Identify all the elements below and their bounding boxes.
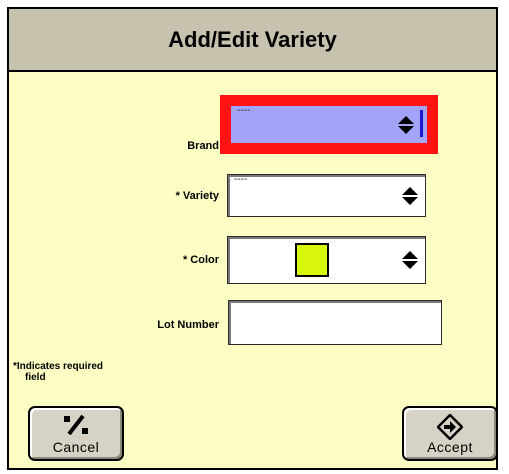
cancel-slash-icon [64,414,88,436]
variety-value: ---- [234,174,248,185]
accept-label: Accept [427,439,473,455]
cancel-label: Cancel [52,439,100,455]
lot-number-input[interactable] [228,300,442,345]
brand-select[interactable]: ---- [231,106,427,143]
accept-arrow-icon [437,414,463,440]
color-select[interactable] [227,236,426,284]
required-note-line2: field [25,372,46,383]
brand-value: ---- [237,105,251,116]
required-note-line1: *Indicates required [13,361,104,372]
brand-focus-outline: ---- [220,95,438,154]
up-down-arrows-icon[interactable] [401,186,419,206]
variety-select[interactable]: ---- [227,174,426,217]
dialog-title: Add/Edit Variety [168,26,337,52]
color-label: * Color [182,254,219,266]
color-swatch [295,243,329,277]
brand-label: Brand [187,140,219,152]
up-down-arrows-icon[interactable] [401,250,419,270]
dialog-titlebar: Add/Edit Variety [9,9,496,72]
up-down-arrows-icon[interactable] [397,115,415,135]
accept-button[interactable]: Accept [402,406,498,461]
lot-number-label: Lot Number [157,319,219,331]
required-field-note: *Indicates required field [13,361,103,383]
text-caret [420,110,423,137]
cancel-button[interactable]: Cancel [28,406,124,461]
variety-label: * Variety [175,190,219,202]
